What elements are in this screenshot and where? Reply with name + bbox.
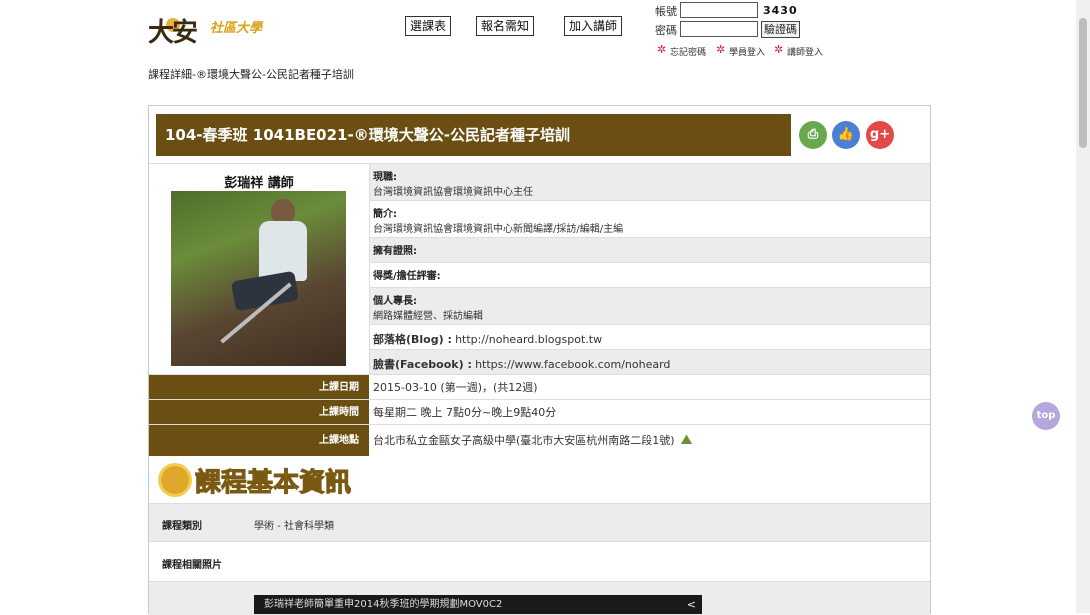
map-icon[interactable]: ⛰ (681, 432, 693, 448)
logo-text: 大安 (148, 18, 198, 48)
nav-course-list-button[interactable]: 選課表 (405, 16, 452, 36)
detail-row-bio: 簡介: 台灣環境資訊協會環境資訊中心新聞編譯/採訪/編輯/主編 (370, 200, 930, 237)
video-title: 彭瑞祥老師簡單重申2014秋季班的學期規劃MOV0C2 (264, 599, 503, 610)
password-label: 密碼 (655, 24, 677, 37)
asterisk-icon: ✲ (774, 43, 784, 56)
back-to-top-button[interactable]: top ↑ (1032, 402, 1060, 449)
schedule-row-time: 上課時間 每星期二 晚上 7點0分~晚上9點40分 (149, 399, 930, 425)
course-detail-panel: 104-春季班 1041BE021-®環境大聲公-公民記者種子培訓 ⎙ 👍 g+… (148, 105, 931, 615)
course-title: 104-春季班 1041BE021-®環境大聲公-公民記者種子培訓 (156, 114, 791, 156)
instructor-card: 彭瑞祥 講師 (149, 163, 370, 375)
detail-row-awards: 得獎/擔任評審: (370, 262, 930, 287)
detail-row-certificates: 擁有證照: (370, 237, 930, 262)
detail-row-position: 現職: 台灣環境資訊協會環境資訊中心主任 (370, 163, 930, 200)
share-icon[interactable]: < (687, 595, 696, 614)
detail-row-specialty: 個人專長: 網路媒體經營、採訪編輯 (370, 287, 930, 324)
password-input[interactable] (680, 21, 758, 37)
schedule-value: 2015-03-10 (第一週)，(共12週) (373, 381, 538, 394)
detail-label: 擁有證照: (373, 246, 417, 257)
detail-label: 簡介: (373, 209, 397, 220)
forgot-password-link[interactable]: 忘記密碼 (670, 45, 706, 58)
detail-value: 台灣環境資訊協會環境資訊中心新聞編譯/採訪/編輯/主編 (373, 224, 624, 235)
scrollbar-thumb[interactable] (1079, 18, 1087, 148)
instructor-login-link[interactable]: 講師登入 (787, 45, 823, 58)
schedule-label: 上課地點 (149, 425, 369, 456)
blog-link[interactable]: http://noheard.blogspot.tw (455, 333, 602, 346)
detail-label: 臉書(Facebook) : (373, 358, 472, 371)
facebook-link[interactable]: https://www.facebook.com/noheard (475, 358, 670, 371)
detail-row-facebook: 臉書(Facebook) : https://www.facebook.com/… (370, 349, 930, 374)
location-text: 台北市私立金甌女子高級中學(臺北市大安區杭州南路二段1號) (373, 434, 675, 447)
captcha-image: 3430 (763, 4, 798, 17)
detail-label: 得獎/擔任評審: (373, 271, 441, 282)
nav-join-instructor-button[interactable]: 加入講師 (564, 16, 623, 36)
site-logo[interactable]: 大安 社區大學 (148, 8, 303, 48)
verify-code-button[interactable]: 驗證碼 (761, 21, 800, 38)
category-label: 課程類別 (162, 521, 202, 532)
schedule-value: 台北市私立金甌女子高級中學(臺北市大安區杭州南路二段1號) ⛰ (373, 425, 692, 456)
course-photos-row: 課程相關照片 (149, 541, 930, 582)
schedule-label: 上課時間 (149, 400, 369, 425)
detail-label: 現職: (373, 172, 397, 183)
instructor-photo (171, 191, 346, 366)
logo-subtext: 社區大學 (210, 21, 263, 36)
basic-info-title: 課程基本資訊 (194, 468, 352, 499)
instructor-details: 現職: 台灣環境資訊協會環境資訊中心主任 簡介: 台灣環境資訊協會環境資訊中心新… (370, 163, 930, 374)
asterisk-icon: ✲ (716, 43, 726, 56)
detail-label: 個人專長: (373, 296, 417, 307)
nav-registration-info-button[interactable]: 報名需知 (476, 16, 535, 36)
breadcrumb: 課程詳細-®環境大聲公-公民記者種子培訓 (148, 68, 354, 81)
detail-row-blog: 部落格(Blog) : http://noheard.blogspot.tw (370, 324, 930, 349)
student-login-link[interactable]: 學員登入 (729, 45, 765, 58)
flower-icon (161, 466, 189, 494)
course-category-row: 課程類別 學術 - 社會科學類 (149, 503, 930, 542)
schedule-row-date: 上課日期 2015-03-10 (第一週)，(共12週) (149, 374, 930, 400)
print-icon[interactable]: ⎙ (799, 121, 827, 149)
asterisk-icon: ✲ (657, 43, 667, 56)
schedule-row-location: 上課地點 台北市私立金甌女子高級中學(臺北市大安區杭州南路二段1號) ⛰ (149, 424, 930, 456)
detail-label: 部落格(Blog) : (373, 333, 452, 346)
category-value: 學術 - 社會科學類 (254, 521, 334, 532)
account-label: 帳號 (655, 5, 677, 18)
account-input[interactable] (680, 2, 758, 18)
schedule-value: 每星期二 晚上 7點0分~晚上9點40分 (373, 406, 557, 419)
video-player[interactable]: 彭瑞祥老師簡單重申2014秋季班的學期規劃MOV0C2 < (254, 595, 702, 614)
schedule-label: 上課日期 (149, 375, 369, 400)
page-scrollbar[interactable] (1076, 0, 1090, 613)
photos-label: 課程相關照片 (162, 560, 222, 571)
detail-value: 網路媒體經營、採訪編輯 (373, 311, 483, 322)
instructor-name: 彭瑞祥 講師 (224, 176, 294, 191)
google-plus-icon[interactable]: g+ (866, 121, 894, 149)
like-icon[interactable]: 👍 (832, 121, 860, 149)
detail-value: 台灣環境資訊協會環境資訊中心主任 (373, 187, 533, 198)
